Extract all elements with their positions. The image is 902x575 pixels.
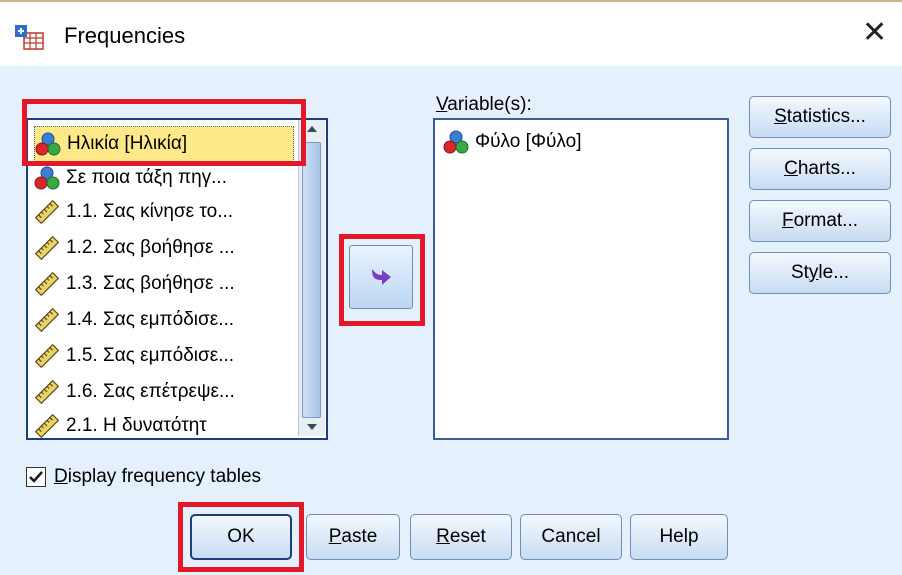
list-item-label: Φύλο [Φύλο] xyxy=(475,131,582,152)
cancel-button[interactable]: Cancel xyxy=(520,514,622,560)
source-variable-list[interactable]: Ηλικία [Ηλικία] Σε ποια τάξη πηγ... 1.1.… xyxy=(26,118,328,440)
list-item-label: 1.6. Σας επέτρεψε... xyxy=(66,381,235,402)
help-button[interactable]: Help xyxy=(630,514,728,560)
close-icon[interactable]: ✕ xyxy=(862,18,887,48)
scale-ruler-icon xyxy=(34,343,60,369)
list-item-label: 1.2. Σας βοήθησε ... xyxy=(66,237,235,258)
format-button[interactable]: Format... xyxy=(749,200,891,242)
highlight-box-selected-item xyxy=(22,99,306,166)
scale-ruler-icon xyxy=(34,235,60,261)
list-item-label: 1.5. Σας εμπόδισε... xyxy=(66,345,235,366)
list-item[interactable]: 1.1. Σας κίνησε το... xyxy=(34,194,233,230)
list-item[interactable]: 1.2. Σας βοήθησε ... xyxy=(34,230,235,266)
checkbox[interactable] xyxy=(26,467,46,487)
statistics-button[interactable]: Statistics... xyxy=(749,96,891,138)
scroll-down-arrow-icon[interactable] xyxy=(299,418,325,436)
list-item[interactable]: 1.5. Σας εμπόδισε... xyxy=(34,338,234,374)
highlight-box-ok-button xyxy=(178,502,304,572)
nominal-variable-icon xyxy=(443,130,469,154)
list-item[interactable]: 2.1. Η δυνατότητ xyxy=(34,408,207,440)
vertical-scrollbar[interactable] xyxy=(298,120,325,436)
dialog-title: Frequencies xyxy=(64,23,186,48)
nominal-variable-icon xyxy=(34,166,60,190)
list-item[interactable]: Φύλο [Φύλο] xyxy=(443,130,582,154)
charts-button[interactable]: Charts... xyxy=(749,148,891,190)
checkbox-label: Display frequency tables xyxy=(54,466,262,487)
scale-ruler-icon xyxy=(34,199,60,225)
scale-ruler-icon xyxy=(34,379,60,405)
list-item-label: 1.3. Σας βοήθησε ... xyxy=(66,273,235,294)
list-item[interactable]: 1.6. Σας επέτρεψε... xyxy=(34,374,235,410)
title-bar: Frequencies ✕ xyxy=(0,0,902,66)
scale-ruler-icon xyxy=(34,271,60,297)
highlight-box-move-button xyxy=(339,234,425,326)
list-item[interactable]: 1.4. Σας εμπόδισε... xyxy=(34,302,234,338)
scale-ruler-icon xyxy=(34,307,60,333)
list-item-label: 1.4. Σας εμπόδισε... xyxy=(66,309,235,330)
checkmark-icon xyxy=(29,471,43,483)
paste-button[interactable]: Paste xyxy=(306,514,400,560)
style-button[interactable]: St y le... xyxy=(749,252,891,294)
list-item-label: Σε ποια τάξη πηγ... xyxy=(66,167,227,188)
list-item[interactable]: 1.3. Σας βοήθησε ... xyxy=(34,266,235,302)
target-variable-list[interactable]: Φύλο [Φύλο] xyxy=(433,118,729,440)
display-frequency-tables-checkbox[interactable]: Display frequency tables xyxy=(26,466,261,488)
scrollbar-thumb[interactable] xyxy=(302,142,321,418)
list-item-label: 1.1. Σας κίνησε το... xyxy=(66,201,234,222)
spss-table-icon xyxy=(15,25,44,50)
scale-ruler-icon xyxy=(34,413,60,439)
variables-label: Variable(s): xyxy=(436,94,532,115)
reset-button[interactable]: Reset xyxy=(410,514,512,560)
list-item-label: 2.1. Η δυνατότητ xyxy=(66,415,207,436)
